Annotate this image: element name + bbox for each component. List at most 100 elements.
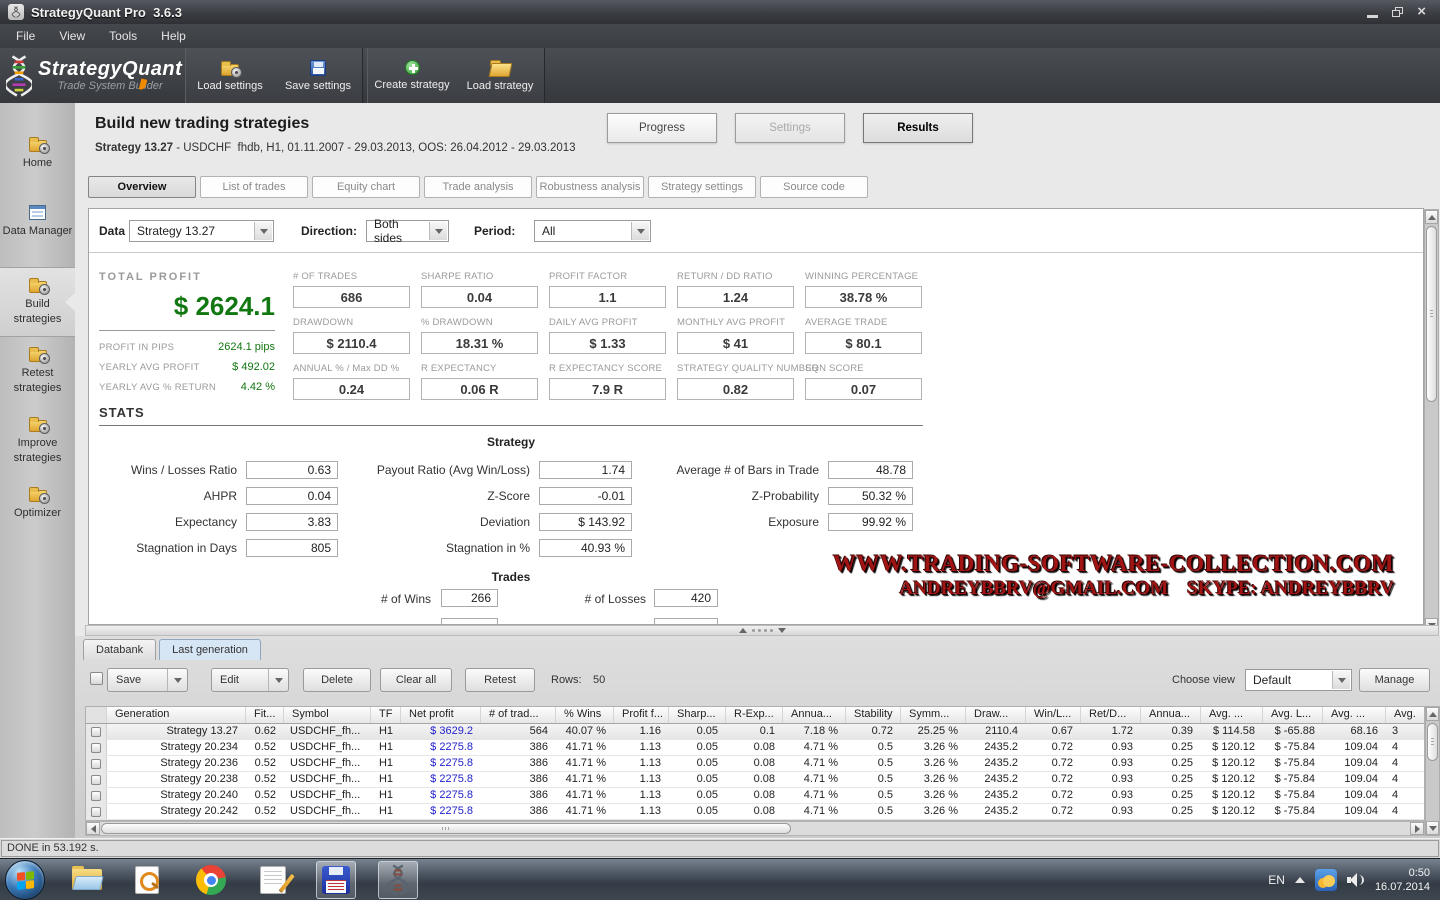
- column-header[interactable]: Draw...: [966, 707, 1026, 723]
- start-button[interactable]: [5, 860, 45, 900]
- column-header[interactable]: Ret/D...: [1081, 707, 1141, 723]
- menu-item[interactable]: Tools: [97, 26, 149, 46]
- row-checkbox[interactable]: [91, 759, 101, 769]
- column-header[interactable]: Stability: [846, 707, 901, 723]
- scroll-down-icon[interactable]: [1426, 821, 1439, 835]
- table-row[interactable]: Strategy 20.2340.52USDCHF_fh...H1$ 2275.…: [86, 740, 1424, 756]
- save-settings-button[interactable]: Save settings: [274, 48, 362, 103]
- row-checkbox[interactable]: [91, 807, 101, 817]
- column-header[interactable]: Fit...: [246, 707, 284, 723]
- splitter-down-icon[interactable]: [778, 628, 786, 633]
- clear-all-button[interactable]: Clear all: [380, 668, 452, 692]
- sidebar-item-optimizer[interactable]: Optimizer: [0, 477, 75, 547]
- load-strategy-button[interactable]: Load strategy: [456, 48, 544, 103]
- sidebar-item-build-strategies[interactable]: Build strategies: [0, 267, 75, 337]
- period-select[interactable]: All: [534, 220, 651, 242]
- chevron-down-icon[interactable]: [167, 669, 187, 691]
- select-all-checkbox[interactable]: [90, 672, 103, 685]
- menu-item[interactable]: Help: [149, 26, 198, 46]
- taskbar-search-button[interactable]: [128, 863, 166, 897]
- column-header[interactable]: R-Exp...: [726, 707, 783, 723]
- delete-button[interactable]: Delete: [303, 668, 371, 692]
- taskbar-chrome-button[interactable]: [192, 863, 230, 897]
- column-header[interactable]: Symm...: [901, 707, 966, 723]
- table-v-scrollbar[interactable]: [1425, 706, 1440, 836]
- column-header[interactable]: Win/L...: [1026, 707, 1081, 723]
- scroll-up-icon[interactable]: [1425, 210, 1438, 224]
- table-h-scrollbar[interactable]: [85, 821, 1425, 836]
- language-indicator[interactable]: EN: [1268, 873, 1285, 887]
- scrollbar-thumb[interactable]: [101, 823, 791, 834]
- result-tab[interactable]: List of trades: [200, 176, 308, 198]
- table-row[interactable]: Strategy 20.2420.52USDCHF_fh...H1$ 2275.…: [86, 804, 1424, 820]
- table-row[interactable]: Strategy 13.270.62USDCHF_fh...H1$ 3629.2…: [86, 724, 1424, 740]
- databank-tab[interactable]: Databank: [83, 639, 156, 660]
- databank-tab[interactable]: Last generation: [159, 639, 261, 660]
- table-row[interactable]: Strategy 20.2360.52USDCHF_fh...H1$ 2275.…: [86, 756, 1424, 772]
- panel-splitter[interactable]: [85, 625, 1439, 636]
- menu-item[interactable]: File: [4, 26, 47, 46]
- taskbar-floppy-app-button[interactable]: [316, 861, 356, 899]
- column-header[interactable]: Generation: [107, 707, 246, 723]
- taskbar-strategyquant-button[interactable]: [378, 861, 418, 899]
- splitter-up-icon[interactable]: [739, 628, 747, 633]
- taskbar-notepad-button[interactable]: [254, 863, 292, 897]
- volume-icon[interactable]: [1347, 872, 1365, 888]
- view-nav-button[interactable]: Settings: [735, 113, 845, 143]
- scroll-right-icon[interactable]: [1410, 822, 1424, 835]
- column-header[interactable]: Avg.: [1386, 707, 1426, 723]
- direction-select[interactable]: Both sides: [366, 220, 449, 242]
- column-header[interactable]: Profit f...: [614, 707, 669, 723]
- row-checkbox[interactable]: [91, 727, 101, 737]
- menu-item[interactable]: View: [47, 26, 97, 46]
- scrollbar-thumb[interactable]: [1426, 226, 1437, 402]
- sidebar-item-data-manager[interactable]: Data Manager: [0, 197, 75, 267]
- chevron-down-icon[interactable]: [268, 669, 288, 691]
- scrollbar-thumb[interactable]: [1427, 723, 1438, 761]
- result-tab[interactable]: Equity chart: [312, 176, 420, 198]
- result-tab[interactable]: Source code: [760, 176, 868, 198]
- minimize-button[interactable]: [1367, 15, 1378, 18]
- column-header[interactable]: % Wins: [556, 707, 614, 723]
- result-tab[interactable]: Trade analysis: [424, 176, 532, 198]
- sidebar-item-improve-strategies[interactable]: Improve strategies: [0, 407, 75, 477]
- column-header[interactable]: Symbol: [284, 707, 371, 723]
- row-checkbox[interactable]: [91, 791, 101, 801]
- column-header[interactable]: Net profit: [401, 707, 481, 723]
- close-button[interactable]: ×: [1417, 7, 1426, 17]
- view-nav-button[interactable]: Results: [863, 113, 973, 143]
- scroll-up-icon[interactable]: [1426, 707, 1439, 721]
- retest-button[interactable]: Retest: [465, 668, 535, 692]
- view-select[interactable]: Default: [1245, 669, 1352, 691]
- sidebar-item-home[interactable]: Home: [0, 127, 75, 197]
- column-header[interactable]: Avg. L...: [1263, 707, 1323, 723]
- save-button[interactable]: Save: [107, 668, 188, 692]
- result-tab[interactable]: Robustness analysis: [536, 176, 644, 198]
- row-checkbox[interactable]: [91, 775, 101, 785]
- column-header[interactable]: Annua...: [783, 707, 846, 723]
- manage-button[interactable]: Manage: [1359, 668, 1430, 692]
- column-header[interactable]: Avg. ...: [1323, 707, 1386, 723]
- table-row[interactable]: Strategy 20.2380.52USDCHF_fh...H1$ 2275.…: [86, 772, 1424, 788]
- table-row[interactable]: Strategy 20.2400.52USDCHF_fh...H1$ 2275.…: [86, 788, 1424, 804]
- taskbar-explorer-button[interactable]: [68, 863, 106, 897]
- scroll-left-icon[interactable]: [86, 822, 100, 835]
- column-header[interactable]: Annua...: [1141, 707, 1201, 723]
- taskbar-clock[interactable]: 0:50 16.07.2014: [1375, 866, 1434, 894]
- column-header[interactable]: Avg. ...: [1201, 707, 1263, 723]
- create-strategy-button[interactable]: Create strategy: [368, 48, 456, 103]
- show-hidden-icons-arrow[interactable]: [1295, 877, 1305, 883]
- cloud-tray-icon[interactable]: [1315, 869, 1337, 891]
- edit-button[interactable]: Edit: [211, 668, 289, 692]
- sidebar-item-retest-strategies[interactable]: Retest strategies: [0, 337, 75, 407]
- restore-button[interactable]: [1392, 7, 1403, 17]
- column-header[interactable]: Sharp...: [669, 707, 726, 723]
- column-header[interactable]: # of trad...: [481, 707, 556, 723]
- column-header[interactable]: TF: [371, 707, 401, 723]
- row-checkbox[interactable]: [91, 743, 101, 753]
- load-settings-button[interactable]: Load settings: [186, 48, 274, 103]
- data-select[interactable]: Strategy 13.27: [129, 220, 274, 242]
- view-nav-button[interactable]: Progress: [607, 113, 717, 143]
- splitter-grip[interactable]: [752, 629, 773, 632]
- overview-scrollbar[interactable]: [1424, 209, 1439, 633]
